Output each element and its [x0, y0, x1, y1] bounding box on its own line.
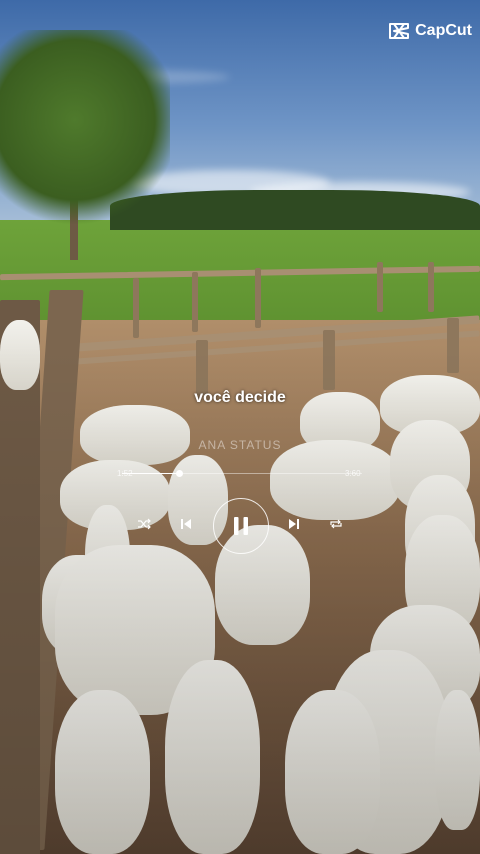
previous-button[interactable] — [178, 516, 194, 532]
capcut-watermark: CapCut — [388, 22, 472, 40]
background-photo — [0, 0, 480, 854]
skip-next-icon — [289, 519, 299, 529]
skip-previous-icon — [181, 519, 191, 529]
capcut-brand-text: CapCut — [415, 22, 472, 39]
artist-name: ANA STATUS — [198, 438, 282, 452]
photo-vignette — [0, 0, 480, 854]
pause-icon — [234, 517, 248, 535]
repeat-button[interactable] — [328, 516, 344, 532]
progress-bar[interactable] — [122, 470, 362, 477]
repeat-icon — [330, 519, 342, 529]
pause-button[interactable] — [213, 498, 269, 554]
progress-fill — [122, 473, 180, 474]
next-button[interactable] — [286, 516, 302, 532]
capcut-logo-icon — [389, 23, 410, 39]
shuffle-icon — [138, 518, 151, 530]
shuffle-button[interactable] — [136, 516, 152, 532]
lyric-text: você decide — [194, 389, 286, 406]
